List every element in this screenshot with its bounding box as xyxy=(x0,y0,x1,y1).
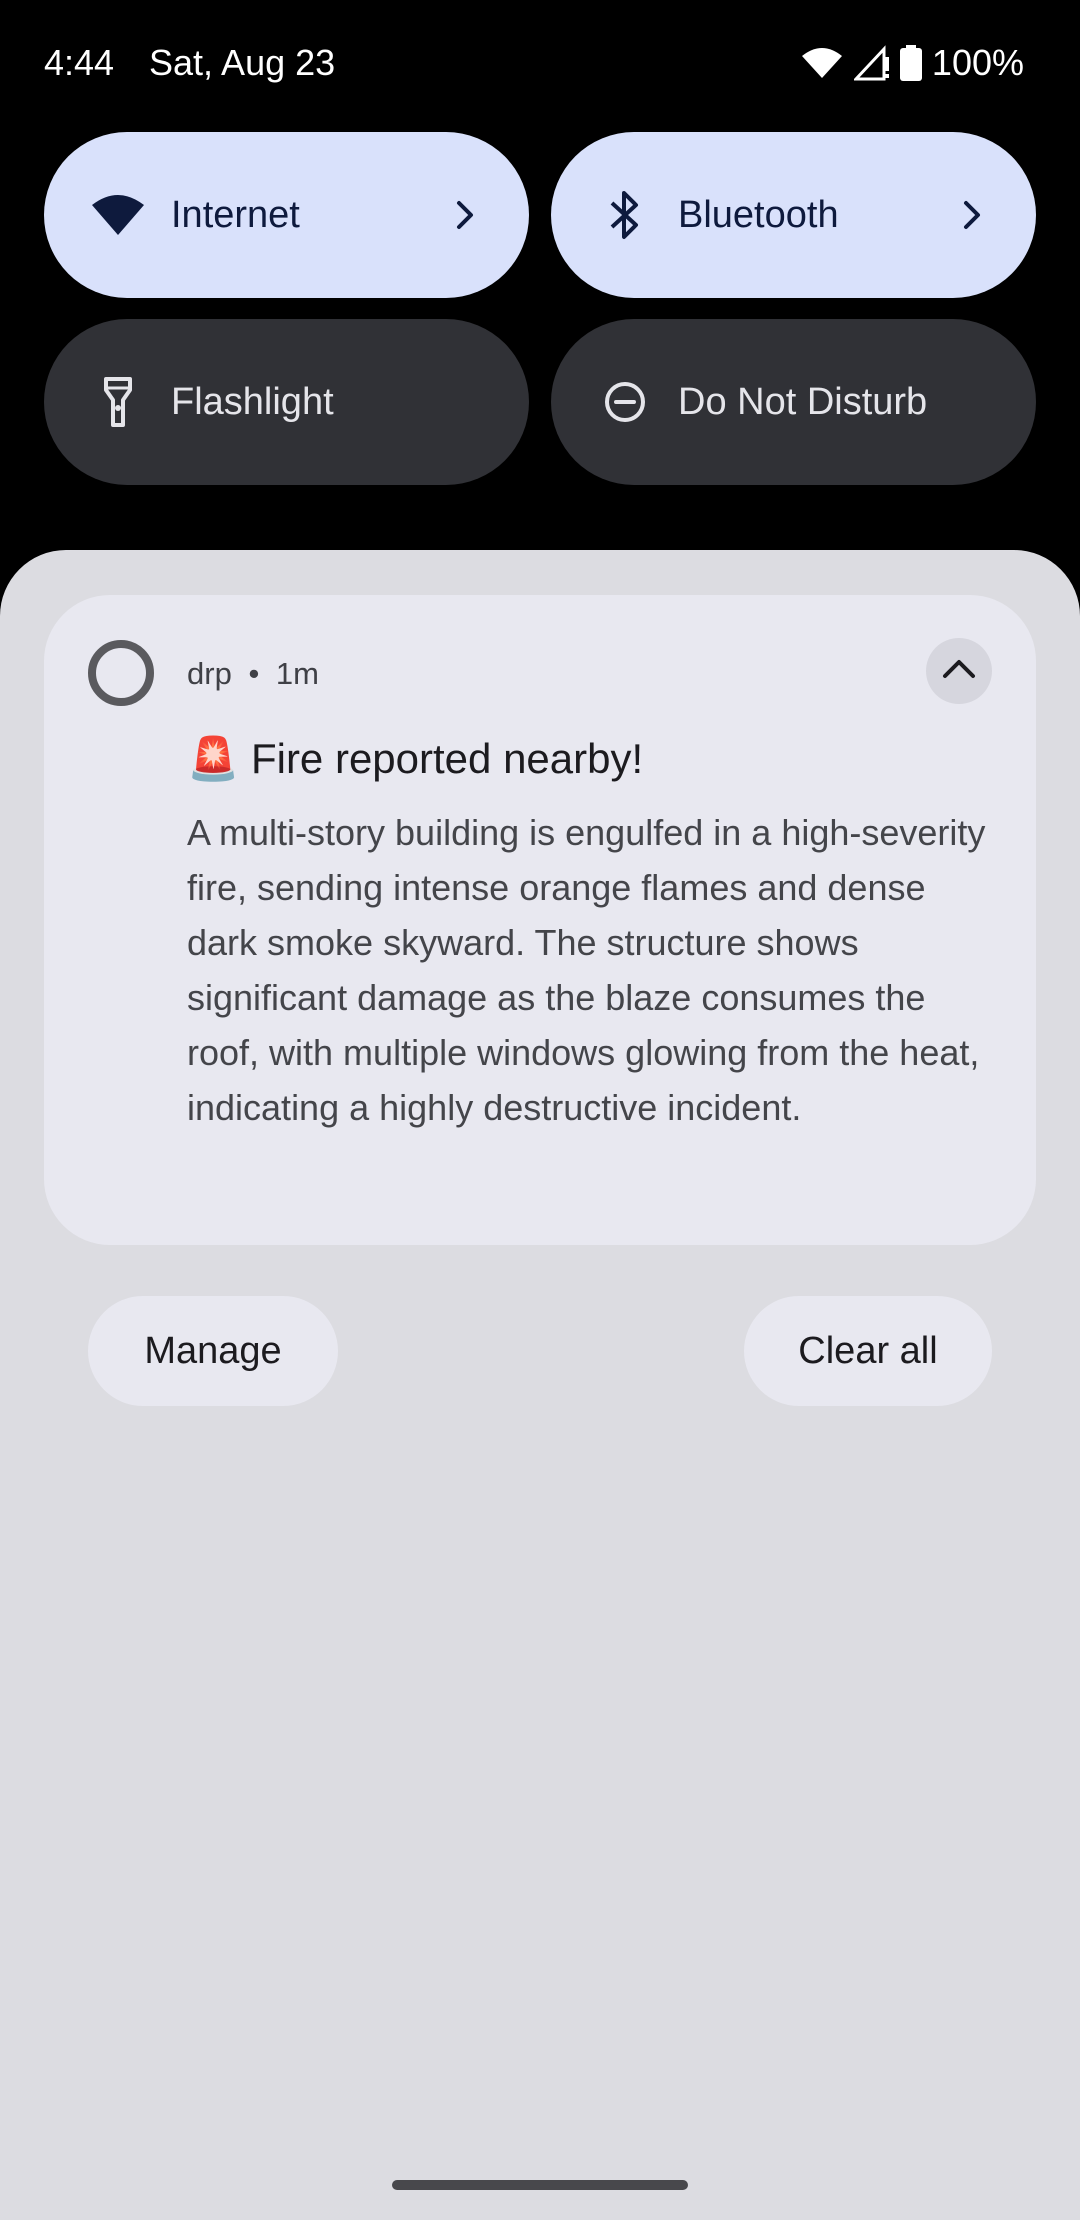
clear-all-button[interactable]: Clear all xyxy=(744,1296,992,1406)
status-time: 4:44 xyxy=(44,42,115,83)
notification-time: 1m xyxy=(275,656,319,691)
battery-icon xyxy=(899,45,922,81)
do-not-disturb-icon xyxy=(595,372,655,432)
tile-do-not-disturb[interactable]: Do Not Disturb xyxy=(551,319,1036,485)
separator-dot: • xyxy=(248,656,260,691)
status-bar: 4:44 Sat, Aug 23 100% xyxy=(0,0,1080,130)
tile-internet-label: Internet xyxy=(171,193,300,236)
manage-button[interactable]: Manage xyxy=(88,1296,338,1406)
notification-shade-screen: 4:44 Sat, Aug 23 100% Internet Bluetooth… xyxy=(0,0,1080,2220)
chevron-right-icon xyxy=(952,195,992,235)
battery-percent: 100% xyxy=(931,42,1024,83)
notification-card[interactable]: drp • 1m 🚨 Fire reported nearby! A multi… xyxy=(44,595,1036,1245)
notification-header: drp • 1m xyxy=(187,656,319,692)
notification-panel: drp • 1m 🚨 Fire reported nearby! A multi… xyxy=(0,550,1080,2220)
collapse-button[interactable] xyxy=(926,638,992,704)
app-name: drp xyxy=(187,656,232,691)
notification-title: 🚨 Fire reported nearby! xyxy=(187,735,644,782)
tile-flashlight[interactable]: Flashlight xyxy=(44,319,529,485)
flashlight-icon xyxy=(88,372,148,432)
tile-bluetooth[interactable]: Bluetooth xyxy=(551,132,1036,298)
wifi-icon xyxy=(88,185,148,245)
chevron-up-icon xyxy=(941,658,977,685)
tile-do-not-disturb-label: Do Not Disturb xyxy=(678,380,928,423)
bluetooth-icon xyxy=(595,185,655,245)
home-indicator[interactable] xyxy=(392,2180,688,2190)
status-date: Sat, Aug 23 xyxy=(149,42,336,83)
tile-internet[interactable]: Internet xyxy=(44,132,529,298)
wifi-icon xyxy=(800,46,844,80)
tile-bluetooth-label: Bluetooth xyxy=(678,193,839,236)
chevron-right-icon xyxy=(445,195,485,235)
cell-signal-icon xyxy=(853,45,890,81)
tile-flashlight-label: Flashlight xyxy=(171,380,334,423)
notification-body: A multi-story building is engulfed in a … xyxy=(187,812,986,1128)
status-icons: 100% xyxy=(800,42,1024,84)
app-icon xyxy=(88,640,154,706)
